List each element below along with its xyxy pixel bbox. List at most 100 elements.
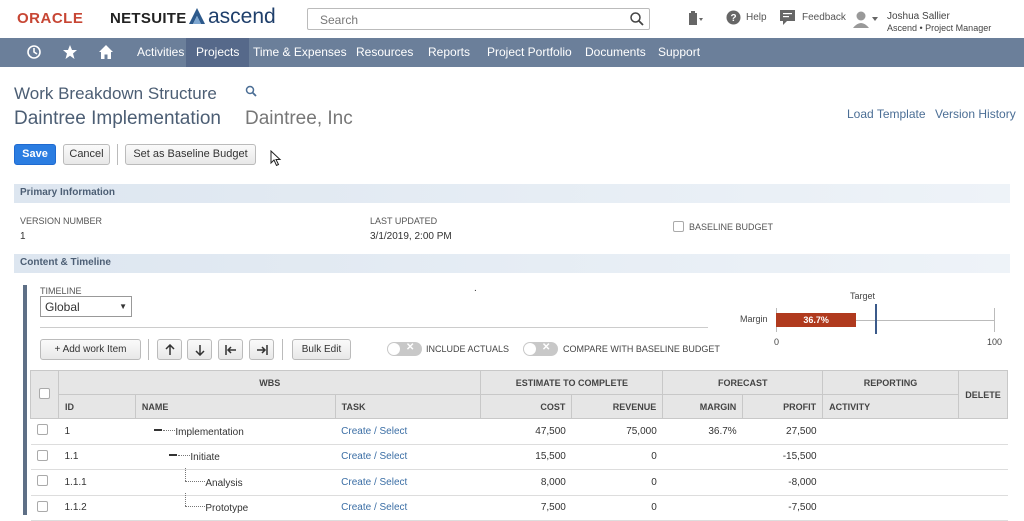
recent-records-menu[interactable] bbox=[688, 11, 706, 27]
save-button[interactable]: Save bbox=[14, 144, 56, 165]
user-role: Ascend • Project Manager bbox=[887, 23, 992, 33]
row-checkbox[interactable] bbox=[36, 475, 48, 487]
baseline-budget-checkbox[interactable] bbox=[673, 221, 684, 232]
table-row[interactable]: 1 Implementation Create / Select 47,500 … bbox=[30, 418, 1008, 445]
table-row[interactable]: 1.1 Initiate Create / Select 15,500 0 -1… bbox=[30, 444, 1008, 470]
nav-time-expenses[interactable]: Time & Expenses bbox=[243, 38, 357, 67]
load-template-link[interactable]: Load Template bbox=[847, 107, 926, 121]
add-work-item-button[interactable]: + Add work Item bbox=[40, 339, 141, 360]
cancel-button[interactable]: Cancel bbox=[63, 144, 110, 165]
table-row[interactable]: 1.1.2 Prototype Create / Select 7,500 0 … bbox=[30, 493, 1008, 521]
margin-gauge-track: 36.7% bbox=[776, 304, 995, 334]
tree-connector bbox=[135, 425, 176, 435]
ascend-text: ascend bbox=[208, 5, 276, 28]
gauge-end-tick bbox=[994, 308, 995, 332]
row-delete[interactable] bbox=[958, 444, 1008, 470]
user-name: Joshua Sallier bbox=[887, 11, 950, 22]
user-menu[interactable] bbox=[852, 11, 880, 28]
toggle-knob bbox=[524, 343, 536, 355]
nav-reports[interactable]: Reports bbox=[418, 38, 480, 67]
row-name: Analysis bbox=[205, 477, 243, 489]
main-nav: Activities Projects Time & Expenses Reso… bbox=[0, 38, 1024, 67]
row-checkbox[interactable] bbox=[36, 500, 48, 512]
col-cost[interactable]: COST bbox=[480, 394, 573, 419]
indent-button[interactable] bbox=[249, 339, 274, 360]
primary-information-header: Primary Information bbox=[14, 184, 1010, 203]
include-actuals-label: INCLUDE ACTUALS bbox=[426, 344, 510, 354]
button-separator bbox=[117, 144, 118, 165]
version-number-value: 1 bbox=[20, 231, 26, 242]
row-activity bbox=[822, 495, 959, 521]
avatar-icon bbox=[853, 11, 878, 28]
chevron-down-icon: ▼ bbox=[119, 302, 127, 311]
search-input[interactable]: Search bbox=[307, 8, 650, 30]
toggle-off-icon: ✕ bbox=[406, 342, 415, 353]
home-icon[interactable] bbox=[98, 44, 114, 60]
timeline-select[interactable]: Global ▼ bbox=[40, 296, 132, 317]
group-estimate: ESTIMATE TO COMPLETE bbox=[480, 370, 664, 395]
select-all-checkbox[interactable] bbox=[38, 388, 50, 399]
gauge-max-label: 100 bbox=[987, 337, 1003, 347]
row-profit: -8,000 bbox=[742, 469, 823, 496]
row-name: Initiate bbox=[190, 452, 220, 464]
include-actuals-toggle[interactable]: ✕ bbox=[387, 342, 422, 356]
table-row[interactable]: 1.1.1 Analysis Create / Select 8,000 0 -… bbox=[30, 467, 1008, 496]
search-icon[interactable] bbox=[629, 11, 645, 27]
create-select-link[interactable]: Create / Select bbox=[341, 477, 407, 488]
set-baseline-budget-button[interactable]: Set as Baseline Budget bbox=[125, 144, 256, 165]
nav-projects[interactable]: Projects bbox=[186, 38, 250, 67]
search-placeholder: Search bbox=[320, 13, 359, 27]
toggle-off-icon: ✕ bbox=[542, 342, 551, 353]
row-checkbox[interactable] bbox=[36, 424, 48, 436]
move-up-button[interactable] bbox=[157, 339, 182, 360]
timeline-label: TIMELINE bbox=[40, 286, 82, 296]
create-select-link[interactable]: Create / Select bbox=[341, 426, 407, 437]
row-margin: 36.7% bbox=[662, 418, 743, 445]
row-cost: 15,500 bbox=[480, 444, 572, 470]
row-checkbox[interactable] bbox=[36, 449, 48, 461]
col-margin[interactable]: MARGIN bbox=[662, 394, 744, 419]
col-activity[interactable]: ACTIVITY bbox=[822, 394, 959, 419]
row-id: 1.1.2 bbox=[58, 495, 136, 521]
row-activity bbox=[822, 418, 959, 445]
feedback-link[interactable]: Feedback bbox=[780, 10, 846, 25]
row-delete[interactable] bbox=[958, 495, 1008, 521]
recent-history-icon[interactable] bbox=[26, 44, 42, 60]
group-reporting: REPORTING bbox=[822, 370, 959, 395]
row-cost: 7,500 bbox=[480, 495, 572, 521]
nav-documents[interactable]: Documents bbox=[575, 38, 656, 67]
bulk-edit-button[interactable]: Bulk Edit bbox=[292, 339, 351, 360]
nav-activities[interactable]: Activities bbox=[127, 38, 194, 67]
help-icon: ? bbox=[726, 10, 741, 25]
row-cost: 47,500 bbox=[480, 418, 572, 445]
page-search-icon[interactable] bbox=[245, 85, 257, 97]
help-link[interactable]: ? Help bbox=[726, 10, 767, 25]
row-delete[interactable] bbox=[958, 469, 1008, 496]
version-history-link[interactable]: Version History bbox=[935, 107, 1016, 121]
col-name[interactable]: NAME bbox=[134, 394, 336, 419]
create-select-link[interactable]: Create / Select bbox=[341, 502, 407, 513]
row-delete[interactable] bbox=[958, 418, 1008, 445]
col-revenue[interactable]: REVENUE bbox=[571, 394, 664, 419]
row-revenue: 75,000 bbox=[571, 418, 663, 445]
toggle-knob bbox=[388, 343, 400, 355]
arrow-up-icon bbox=[164, 343, 175, 355]
row-margin bbox=[662, 444, 743, 470]
create-select-link[interactable]: Create / Select bbox=[341, 451, 407, 462]
col-task[interactable]: TASK bbox=[334, 394, 482, 419]
compare-baseline-toggle[interactable]: ✕ bbox=[523, 342, 558, 356]
favorites-star-icon[interactable] bbox=[62, 44, 78, 60]
col-profit[interactable]: PROFIT bbox=[742, 394, 824, 419]
nav-resources[interactable]: Resources bbox=[346, 38, 423, 67]
outdent-button[interactable] bbox=[218, 339, 243, 360]
wbs-table: WBS ESTIMATE TO COMPLETE FORECAST REPORT… bbox=[30, 370, 1009, 521]
nav-support[interactable]: Support bbox=[648, 38, 710, 67]
row-profit: -15,500 bbox=[742, 444, 823, 470]
move-down-button[interactable] bbox=[187, 339, 212, 360]
col-id[interactable]: ID bbox=[57, 394, 136, 419]
last-updated-value: 3/1/2019, 2:00 PM bbox=[370, 231, 452, 242]
feedback-icon bbox=[780, 10, 795, 25]
nav-project-portfolio[interactable]: Project Portfolio bbox=[477, 38, 582, 67]
tree-connector bbox=[135, 493, 206, 511]
user-info[interactable]: Joshua Sallier Ascend • Project Manager bbox=[887, 11, 992, 34]
